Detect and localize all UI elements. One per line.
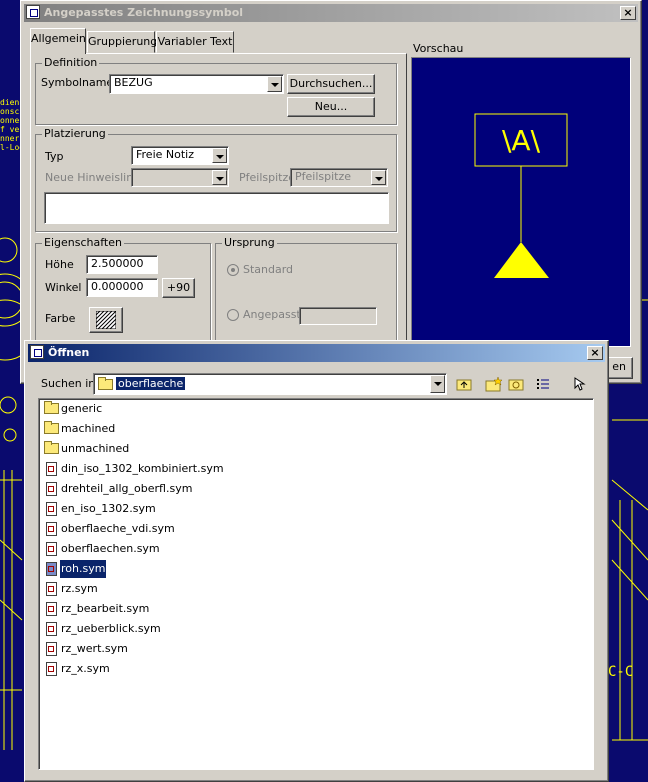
browse-button[interactable]: Durchsuchen... <box>287 74 375 94</box>
symbol-name-value: BEZUG <box>114 76 153 89</box>
file-name: drehteil_allg_oberfl.sym <box>61 482 193 495</box>
look-in-label: Suchen in <box>41 377 96 390</box>
sym-file-icon <box>46 502 57 516</box>
origin-custom-label: Angepasst <box>243 308 301 321</box>
new-button[interactable]: Neu... <box>287 97 375 117</box>
arrow-dropdown[interactable]: Pfeilspitze <box>290 168 388 187</box>
file-name: din_iso_1302_kombiniert.sym <box>61 462 224 475</box>
leader-label: Neue Hinweislinie <box>45 171 143 184</box>
origin-group-label: Ursprung <box>222 236 277 249</box>
height-label: Höhe <box>45 258 74 271</box>
properties-group-label: Eigenschaften <box>42 236 124 249</box>
angle-input[interactable]: 0.000000 <box>86 278 158 297</box>
file-name: rz_bearbeit.sym <box>61 602 150 615</box>
file-name: oberflaeche_vdi.sym <box>61 522 175 535</box>
hatch-pattern-icon <box>96 311 116 329</box>
app-icon <box>30 345 44 359</box>
symbol-name-dropdown[interactable]: BEZUG <box>109 74 284 94</box>
sym-file-icon <box>46 662 57 676</box>
sym-file-icon <box>46 522 57 536</box>
rotate-90-button[interactable]: +90 <box>162 278 195 298</box>
chevron-down-icon[interactable] <box>371 170 386 185</box>
sym-file-icon <box>46 482 57 496</box>
height-value: 2.500000 <box>91 257 144 270</box>
file-name: rz.sym <box>61 582 98 595</box>
angle-value: 0.000000 <box>91 280 144 293</box>
type-dropdown[interactable]: Freie Notiz <box>131 146 229 165</box>
open-dialog-titlebar[interactable]: Öffnen × <box>28 344 605 362</box>
view-menu-icon[interactable] <box>535 376 553 392</box>
placement-group-label: Platzierung <box>42 127 108 140</box>
open-dialog-title: Öffnen <box>48 346 90 359</box>
angle-label: Winkel <box>45 281 82 294</box>
origin-custom-radio[interactable] <box>227 309 239 321</box>
file-name: roh.sym <box>58 559 108 579</box>
file-name: oberflaechen.sym <box>61 542 160 555</box>
symbol-dialog: Angepasstes Zeichnungssymbol × Allgemein… <box>20 0 642 385</box>
leader-dropdown[interactable] <box>131 168 229 187</box>
origin-standard-label: Standard <box>243 263 294 276</box>
preview-symbol-graphic: \A\ <box>474 113 568 278</box>
look-in-dropdown[interactable]: oberflaeche <box>93 373 447 395</box>
sym-file-icon <box>46 462 57 476</box>
new-folder-icon[interactable] <box>485 376 503 392</box>
folder-icon <box>44 441 59 454</box>
arrow-value: Pfeilspitze <box>295 170 352 183</box>
file-name: rz_x.sym <box>61 662 110 675</box>
folder-icon <box>98 377 113 390</box>
type-label: Typ <box>45 150 64 163</box>
sym-file-icon <box>46 582 57 596</box>
chevron-down-icon[interactable] <box>212 170 227 185</box>
look-in-value: oberflaeche <box>116 377 186 390</box>
options-icon[interactable] <box>571 376 589 392</box>
folder-icon <box>44 401 59 414</box>
close-button[interactable]: × <box>587 346 603 360</box>
file-name: rz_wert.sym <box>61 642 128 655</box>
app-icon <box>26 5 40 19</box>
symbol-name-label: Symbolname <box>41 76 114 89</box>
sym-file-icon <box>46 622 57 636</box>
height-input[interactable]: 2.500000 <box>86 255 158 274</box>
sym-file-icon <box>46 602 57 616</box>
file-name: generic <box>61 402 103 415</box>
favorites-icon[interactable] <box>507 376 525 392</box>
preview-label: Vorschau <box>413 42 464 55</box>
origin-custom-input[interactable] <box>299 307 377 325</box>
origin-standard-radio[interactable] <box>227 264 239 276</box>
chevron-down-icon[interactable] <box>267 76 282 92</box>
up-folder-icon[interactable] <box>455 376 473 392</box>
type-value: Freie Notiz <box>136 148 194 161</box>
tab-allgemein[interactable]: Allgemein <box>30 28 86 54</box>
sym-file-icon <box>46 542 57 556</box>
preview-canvas: \A\ <box>411 57 631 347</box>
cad-text-right: C-C <box>608 664 634 680</box>
file-name: rz_ueberblick.sym <box>61 622 161 635</box>
sym-file-icon <box>46 562 57 576</box>
close-button[interactable]: × <box>620 6 636 20</box>
file-name: en_iso_1302.sym <box>61 502 156 515</box>
chevron-down-icon[interactable] <box>212 148 227 163</box>
color-button[interactable] <box>89 307 123 333</box>
chevron-down-icon[interactable] <box>430 375 445 393</box>
folder-icon <box>44 421 59 434</box>
sym-file-icon <box>46 642 57 656</box>
file-name: machined <box>61 422 116 435</box>
symbol-dialog-title: Angepasstes Zeichnungssymbol <box>44 6 244 19</box>
color-label: Farbe <box>45 312 76 325</box>
placement-list[interactable] <box>44 192 389 224</box>
arrow-label: Pfeilspitze <box>239 171 296 184</box>
tab-variabler-text[interactable]: Variabler Text <box>156 31 234 53</box>
symbol-dialog-titlebar[interactable]: Angepasstes Zeichnungssymbol × <box>24 4 638 22</box>
tab-gruppierung[interactable]: Gruppierung <box>87 31 157 53</box>
preview-symbol-text: \A\ <box>502 124 541 157</box>
file-name: unmachined <box>61 442 130 455</box>
definition-group-label: Definition <box>42 56 100 69</box>
origin-group: Ursprung <box>215 236 397 345</box>
